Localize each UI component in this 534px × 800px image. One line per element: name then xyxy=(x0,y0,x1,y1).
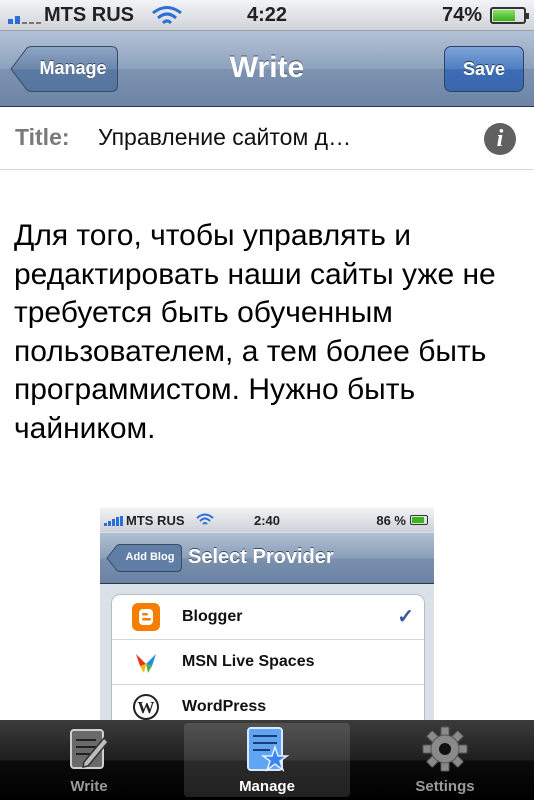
blogger-icon xyxy=(132,603,160,631)
info-icon[interactable]: i xyxy=(484,123,516,155)
tab-manage-label: Manage xyxy=(239,778,295,795)
msn-butterfly-icon xyxy=(132,648,160,676)
title-input[interactable]: Управление сайтом д… xyxy=(98,124,438,151)
save-button[interactable]: Save xyxy=(444,46,524,92)
manage-icon xyxy=(247,727,290,773)
title-label: Title: xyxy=(15,124,70,150)
tab-settings-label: Settings xyxy=(415,778,475,795)
embedded-add-blog-button: Add Blog xyxy=(106,544,182,572)
tab-manage[interactable]: Manage xyxy=(178,720,356,800)
embedded-provider-list: Blogger ✓ MSN Live Spaces W WordPress xyxy=(111,594,425,720)
gear-icon xyxy=(422,726,468,772)
status-bar: MTS RUS 4:22 74% xyxy=(0,0,534,31)
write-icon xyxy=(70,729,110,769)
tab-write[interactable]: Write xyxy=(0,720,178,800)
svg-text:W: W xyxy=(138,698,155,717)
list-item: Blogger ✓ xyxy=(112,595,424,640)
tab-settings[interactable]: Settings xyxy=(356,720,534,800)
wordpress-icon: W xyxy=(132,693,160,720)
embedded-battery-icon xyxy=(410,515,428,525)
tab-write-label: Write xyxy=(70,778,108,795)
embedded-nav-title: Select Provider xyxy=(188,546,334,568)
post-body-text[interactable]: Для того, чтобы управлять и редактироват… xyxy=(14,217,524,448)
embedded-battery-percent: 86 % xyxy=(376,513,406,528)
tab-bar: Write Manage Settings xyxy=(0,720,534,800)
provider-name: WordPress xyxy=(182,698,267,715)
embedded-screenshot-image: MTS RUS 2:40 86 % Add Blog Select Provid… xyxy=(100,508,434,720)
embedded-add-blog-label: Add Blog xyxy=(125,551,175,563)
title-field-row[interactable]: Title: Управление сайтом д… i xyxy=(0,107,534,170)
embedded-nav-bar: Add Blog Select Provider xyxy=(100,533,434,584)
battery-icon xyxy=(490,7,529,24)
embedded-status-bar: MTS RUS 2:40 86 % xyxy=(100,508,434,532)
list-item: W WordPress xyxy=(112,685,424,720)
checkmark-icon: ✓ xyxy=(397,606,414,628)
battery-percent: 74% xyxy=(441,4,482,26)
navigation-bar: Manage Write Save xyxy=(0,31,534,107)
list-item: MSN Live Spaces xyxy=(112,640,424,685)
provider-name: Blogger xyxy=(182,608,243,625)
provider-name: MSN Live Spaces xyxy=(182,653,315,670)
